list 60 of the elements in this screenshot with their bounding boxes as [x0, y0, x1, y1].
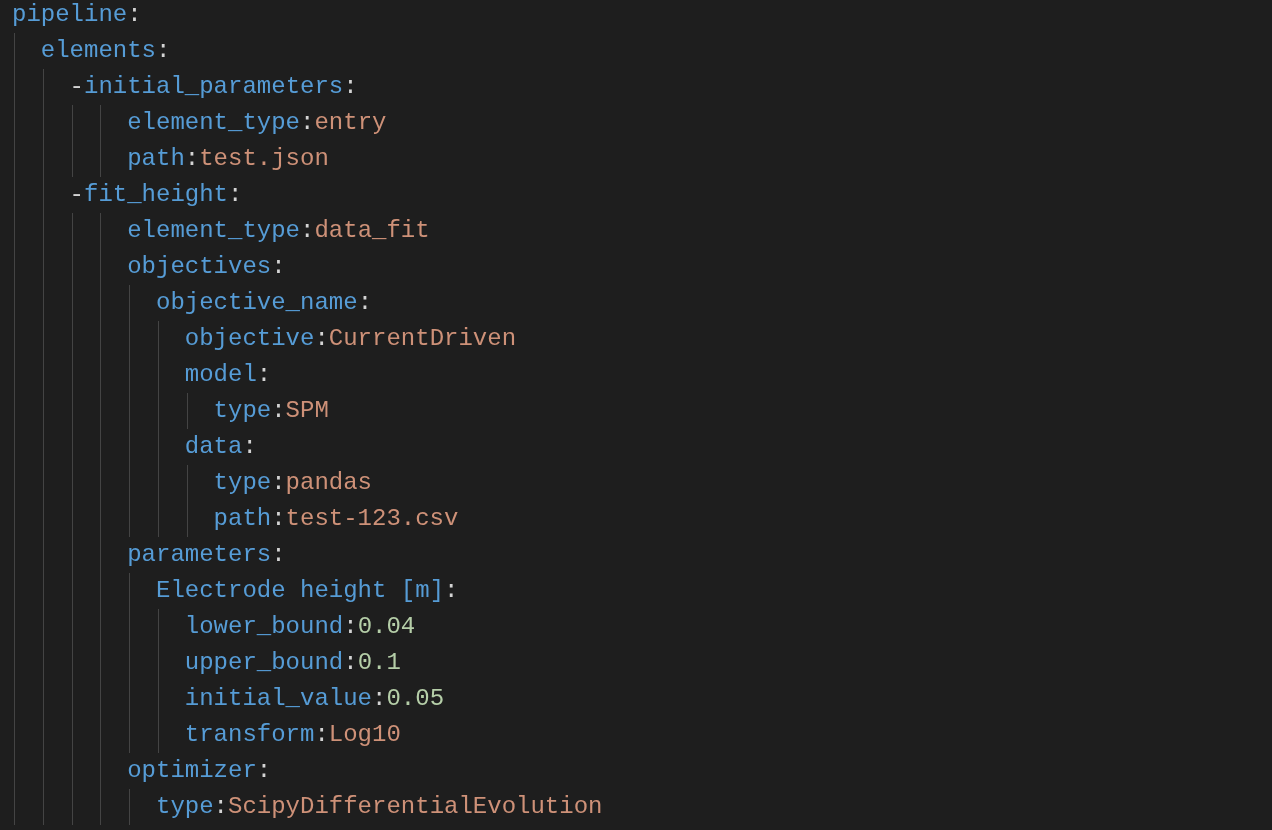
yaml-key: transform [184, 717, 315, 753]
key-colon: : [314, 720, 329, 750]
yaml-key: initial_value [184, 681, 372, 717]
key-colon: : [228, 180, 243, 210]
key-colon: : [314, 324, 329, 354]
key-colon: : [343, 612, 358, 642]
key-colon: : [271, 540, 286, 570]
key-colon: : [357, 288, 373, 318]
yaml-key: elements [40, 33, 156, 69]
yaml-key: type [213, 465, 272, 501]
key-colon: : [300, 216, 315, 246]
string-value: entry [314, 108, 387, 138]
string-value: Log10 [328, 720, 401, 750]
yaml-key: element_type [127, 105, 300, 141]
key-colon: : [213, 792, 228, 822]
key-colon: : [156, 36, 171, 66]
key-colon: : [271, 468, 286, 498]
yaml-key: optimizer [127, 753, 257, 789]
key-colon: : [127, 0, 142, 30]
string-value: test.json [199, 144, 329, 174]
yaml-key: type [213, 393, 272, 429]
yaml-key: Electrode height [m] [156, 573, 445, 609]
string-value: ScipyDifferentialEvolution [228, 792, 603, 822]
string-value: data_fit [314, 216, 430, 246]
string-value: pandas [285, 468, 372, 498]
key-colon: : [343, 72, 358, 102]
yaml-key: parameters [127, 537, 272, 573]
yaml-key: objective_name [156, 285, 358, 321]
yaml-key: upper_bound [184, 645, 344, 681]
key-colon: : [372, 684, 387, 714]
key-colon: : [256, 756, 272, 786]
yaml-key: objectives [127, 249, 272, 285]
key-colon: : [444, 576, 459, 606]
yaml-key: element_type [127, 213, 300, 249]
number-value: 0.1 [357, 648, 401, 678]
string-value: test-123.csv [285, 504, 459, 534]
yaml-key: model [184, 357, 257, 393]
yaml-key: initial_parameters [84, 69, 344, 105]
yaml-key: objective [184, 321, 315, 357]
yaml-key: lower_bound [184, 609, 344, 645]
key-colon: : [300, 108, 315, 138]
string-value: SPM [285, 396, 329, 426]
key-colon: : [271, 252, 286, 282]
string-value: CurrentDriven [328, 324, 517, 354]
key-colon: : [242, 432, 257, 462]
number-value: 0.04 [357, 612, 416, 642]
yaml-key: path [213, 501, 272, 537]
key-colon: : [256, 360, 272, 390]
list-dash: - [69, 72, 84, 102]
yaml-key: pipeline [12, 0, 128, 33]
yaml-key: data [184, 429, 243, 465]
yaml-key: type [156, 789, 214, 825]
key-colon: : [271, 396, 286, 426]
key-colon: : [184, 144, 200, 174]
yaml-key: path [127, 141, 185, 177]
key-colon: : [343, 648, 358, 678]
list-dash: - [69, 180, 84, 210]
number-value: 0.05 [386, 684, 445, 714]
key-colon: : [271, 504, 286, 534]
yaml-key: fit_height [84, 177, 229, 213]
